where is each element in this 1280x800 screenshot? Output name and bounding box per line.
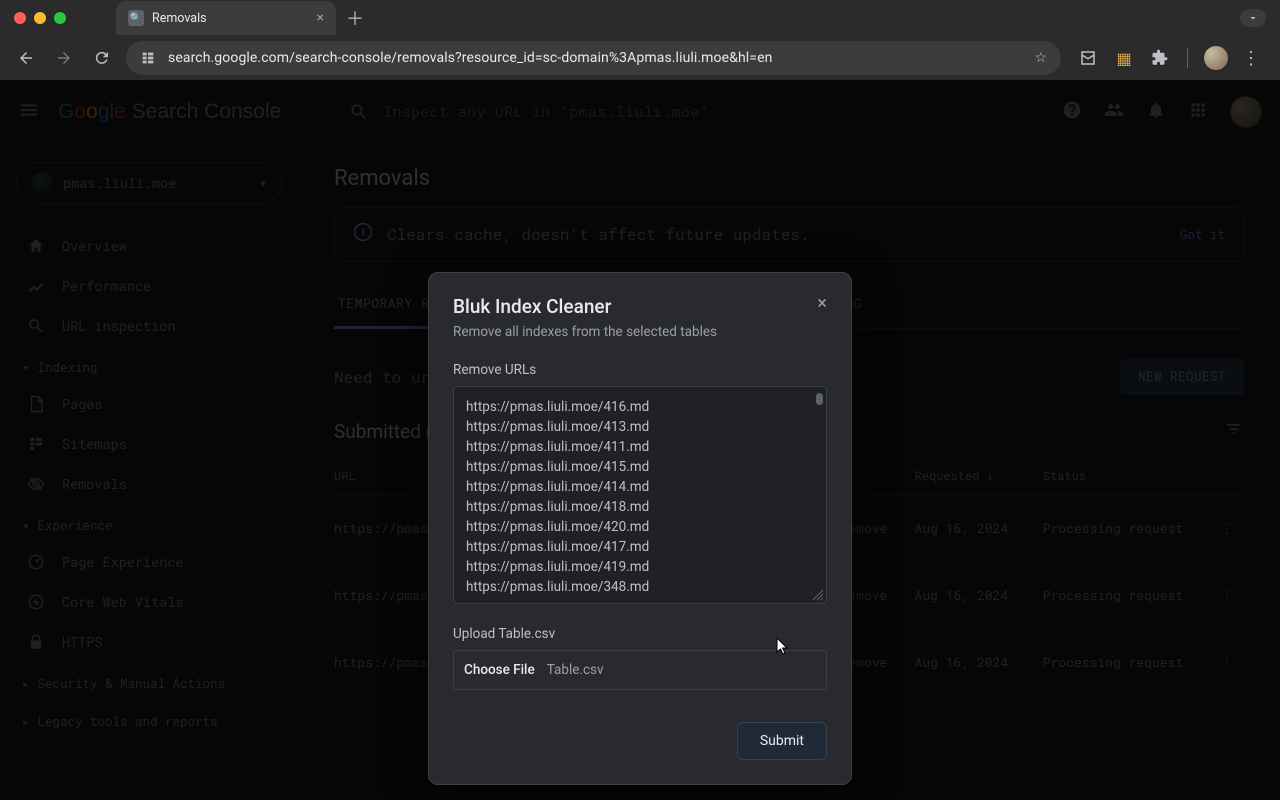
- url-line: https://pmas.liuli.moe/416.md: [466, 397, 814, 417]
- browser-menu-button[interactable]: ⋮: [1242, 48, 1262, 69]
- extensions-area: ▦ ⋮: [1071, 46, 1268, 70]
- titlebar: 🔍 Removals × ＋: [0, 0, 1280, 36]
- close-window-icon[interactable]: [14, 12, 26, 24]
- url-line: https://pmas.liuli.moe/415.md: [466, 457, 814, 477]
- mail-extension-icon[interactable]: [1077, 47, 1099, 69]
- url-line: https://pmas.liuli.moe/417.md: [466, 537, 814, 557]
- resize-grip-icon[interactable]: [812, 589, 824, 601]
- modal-subtitle: Remove all indexes from the selected tab…: [453, 324, 717, 340]
- browser-tab[interactable]: 🔍 Removals ×: [116, 1, 336, 35]
- window-controls: [14, 12, 66, 24]
- remove-urls-textarea[interactable]: https://pmas.liuli.moe/416.mdhttps://pma…: [453, 386, 827, 604]
- url-line: https://pmas.liuli.moe/414.md: [466, 477, 814, 497]
- url-line: https://pmas.liuli.moe/413.md: [466, 417, 814, 437]
- back-button[interactable]: [12, 44, 40, 72]
- url-line: https://pmas.liuli.moe/419.md: [466, 557, 814, 577]
- url-line: https://pmas.liuli.moe/348.md: [466, 577, 814, 597]
- app-viewport: Google Search Console pmas.liuli.moe ▾ O…: [0, 80, 1280, 800]
- minimize-window-icon[interactable]: [34, 12, 46, 24]
- browser-chrome: 🔍 Removals × ＋ search.google.com/search-…: [0, 0, 1280, 80]
- modal-title: Bluk Index Cleaner: [453, 295, 717, 318]
- address-bar[interactable]: search.google.com/search-console/removal…: [126, 41, 1061, 75]
- reload-button[interactable]: [88, 44, 116, 72]
- fullscreen-window-icon[interactable]: [54, 12, 66, 24]
- close-icon[interactable]: ×: [817, 295, 827, 313]
- profile-avatar[interactable]: [1204, 46, 1228, 70]
- puzzle-extension-icon[interactable]: [1149, 47, 1171, 69]
- selected-filename: Table.csv: [547, 662, 604, 678]
- remove-urls-label: Remove URLs: [453, 362, 827, 378]
- browser-toolbar: search.google.com/search-console/removal…: [0, 36, 1280, 80]
- close-tab-icon[interactable]: ×: [317, 10, 324, 26]
- toolbar-divider: [1187, 48, 1188, 68]
- bookmark-star-icon[interactable]: ☆: [1034, 50, 1047, 66]
- forward-button[interactable]: [50, 44, 78, 72]
- url-line: https://pmas.liuli.moe/411.md: [466, 437, 814, 457]
- tabstrip: 🔍 Removals × ＋: [116, 1, 364, 35]
- favicon-icon: 🔍: [128, 10, 144, 26]
- choose-file-button[interactable]: Choose File: [464, 662, 535, 678]
- url-line: https://pmas.liuli.moe/420.md: [466, 517, 814, 537]
- site-controls-icon[interactable]: [140, 50, 156, 66]
- new-tab-button[interactable]: ＋: [346, 5, 364, 31]
- upload-label: Upload Table.csv: [453, 626, 827, 642]
- file-input[interactable]: Choose File Table.csv: [453, 650, 827, 690]
- extension-icon[interactable]: ▦: [1113, 47, 1135, 69]
- tab-title: Removals: [152, 11, 207, 26]
- bulk-index-cleaner-modal: Bluk Index Cleaner Remove all indexes fr…: [428, 272, 852, 785]
- url-text: search.google.com/search-console/removal…: [168, 50, 1022, 66]
- scrollbar-thumb[interactable]: [816, 393, 823, 405]
- tabsearch-button[interactable]: [1240, 9, 1266, 27]
- url-line: https://pmas.liuli.moe/418.md: [466, 497, 814, 517]
- submit-button[interactable]: Submit: [737, 722, 827, 760]
